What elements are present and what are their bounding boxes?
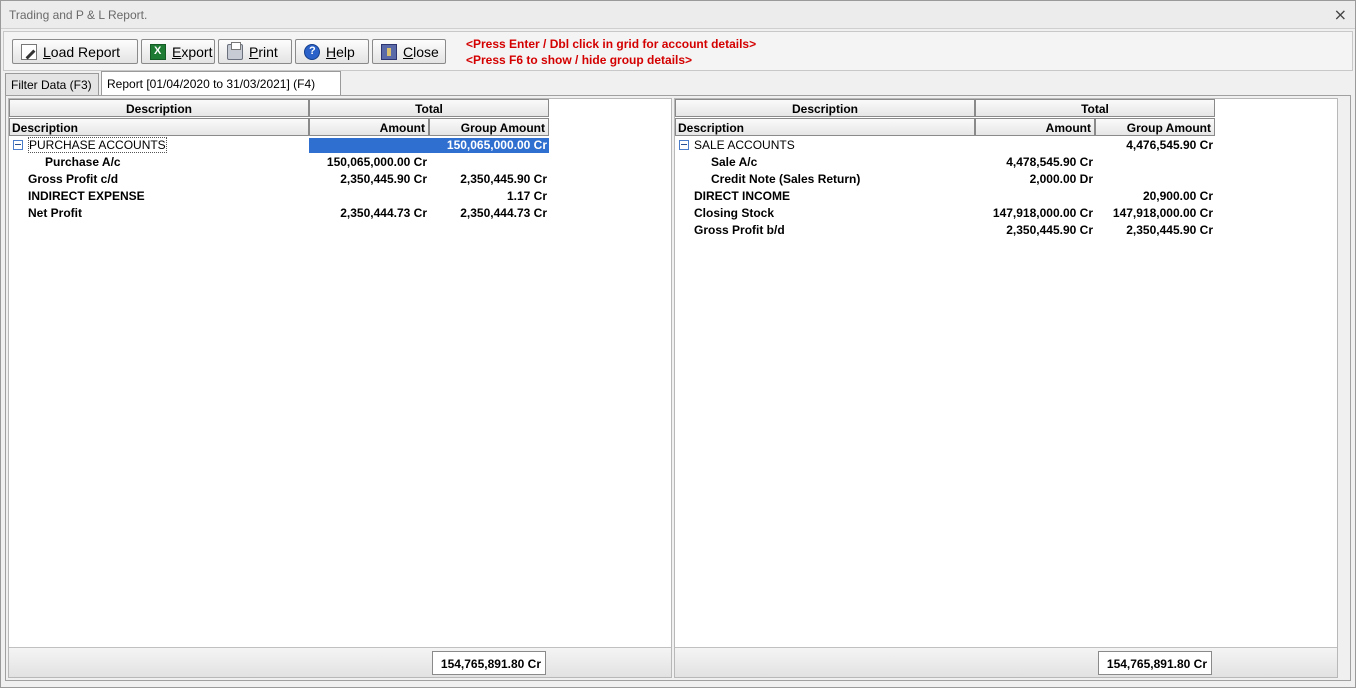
column-header-sub-description[interactable]: Description	[9, 118, 309, 136]
amount-cell: 2,350,445.90 Cr	[340, 172, 427, 186]
grid-footer: 154,765,891.80 Cr	[675, 647, 1337, 677]
table-row[interactable]: PURCHASE ACCOUNTS 150,065,000.00 Cr	[9, 137, 549, 154]
table-row[interactable]: Purchase A/c 150,065,000.00 Cr	[9, 154, 549, 171]
amount-cell: 2,000.00 Dr	[1029, 172, 1093, 186]
left-total: 154,765,891.80 Cr	[432, 651, 546, 675]
amount-cell: 4,478,545.90 Cr	[1006, 155, 1093, 169]
table-row[interactable]: Gross Profit b/d 2,350,445.90 Cr 2,350,4…	[675, 222, 1215, 239]
column-header-sub-description[interactable]: Description	[675, 118, 975, 136]
group-amount-cell: 150,065,000.00 Cr	[446, 138, 547, 152]
right-total: 154,765,891.80 Cr	[1098, 651, 1212, 675]
hint-account-details: <Press Enter / Dbl click in grid for acc…	[466, 37, 757, 51]
description-cell: Sale A/c	[711, 155, 758, 169]
table-row[interactable]: DIRECT INCOME 20,900.00 Cr	[675, 188, 1215, 205]
group-amount-cell: 2,350,445.90 Cr	[460, 172, 547, 186]
title-bar: Trading and P & L Report. ×	[1, 1, 1355, 29]
amount-cell: 2,350,444.73 Cr	[340, 206, 427, 220]
close-door-icon	[381, 43, 397, 60]
column-header-group-amount[interactable]: Group Amount	[1095, 118, 1215, 136]
table-row[interactable]: INDIRECT EXPENSE 1.17 Cr	[9, 188, 549, 205]
table-row[interactable]: Gross Profit c/d 2,350,445.90 Cr 2,350,4…	[9, 171, 549, 188]
group-amount-cell: 2,350,445.90 Cr	[1126, 223, 1213, 237]
tab-filter-data[interactable]: Filter Data (F3)	[5, 73, 99, 95]
amount-cell: 2,350,445.90 Cr	[1006, 223, 1093, 237]
amount-cell: 147,918,000.00 Cr	[992, 206, 1093, 220]
tab-report[interactable]: Report [01/04/2020 to 31/03/2021] (F4)	[101, 71, 341, 95]
amount-cell: 150,065,000.00 Cr	[326, 155, 427, 169]
hint-group-details: <Press F6 to show / hide group details>	[466, 53, 693, 67]
help-label: Help	[326, 43, 355, 60]
income-grid[interactable]: Description Total Description Amount Gro…	[674, 98, 1338, 678]
printer-icon	[227, 41, 243, 60]
column-header-total[interactable]: Total	[309, 99, 549, 117]
group-amount-cell: 2,350,444.73 Cr	[460, 206, 547, 220]
description-cell: Credit Note (Sales Return)	[711, 172, 861, 186]
report-window: Trading and P & L Report. × Load Report …	[0, 0, 1356, 688]
description-cell: Closing Stock	[694, 206, 775, 220]
grid-footer: 154,765,891.80 Cr	[9, 647, 671, 677]
help-button[interactable]: Help	[295, 39, 369, 64]
column-header-description[interactable]: Description	[9, 99, 309, 117]
description-cell: DIRECT INCOME	[694, 189, 790, 203]
table-row[interactable]: Sale A/c 4,478,545.90 Cr	[675, 154, 1215, 171]
table-row[interactable]: Credit Note (Sales Return) 2,000.00 Dr	[675, 171, 1215, 188]
table-row[interactable]: SALE ACCOUNTS 4,476,545.90 Cr	[675, 137, 1215, 154]
group-amount-cell: 20,900.00 Cr	[1142, 189, 1213, 203]
load-report-label: Load Report	[43, 43, 121, 60]
column-header-group-amount[interactable]: Group Amount	[429, 118, 549, 136]
group-amount-cell: 147,918,000.00 Cr	[1112, 206, 1213, 220]
group-amount-cell: 1.17 Cr	[506, 189, 547, 203]
excel-export-icon	[150, 43, 166, 60]
export-label: Export	[172, 43, 213, 60]
table-row[interactable]: Net Profit 2,350,444.73 Cr 2,350,444.73 …	[9, 205, 549, 222]
toolbar: Load Report Export Print Help Close <Pre…	[3, 31, 1353, 71]
column-header-description[interactable]: Description	[675, 99, 975, 117]
help-icon	[304, 43, 320, 60]
close-button[interactable]: Close	[372, 39, 446, 64]
group-description: SALE ACCOUNTS	[694, 138, 795, 152]
export-button[interactable]: Export	[141, 39, 215, 64]
load-report-button[interactable]: Load Report	[12, 39, 138, 64]
column-header-total[interactable]: Total	[975, 99, 1215, 117]
description-cell: INDIRECT EXPENSE	[28, 189, 145, 203]
description-cell: Net Profit	[28, 206, 82, 220]
window-title: Trading and P & L Report.	[9, 8, 148, 22]
print-label: Print	[249, 43, 278, 60]
description-cell: Purchase A/c	[45, 155, 121, 169]
description-cell: Gross Profit c/d	[28, 172, 119, 186]
load-report-icon	[21, 43, 37, 60]
report-content: Description Total Description Amount Gro…	[5, 95, 1351, 681]
window-close-icon[interactable]: ×	[1334, 5, 1347, 24]
expense-grid[interactable]: Description Total Description Amount Gro…	[8, 98, 672, 678]
description-cell: Gross Profit b/d	[694, 223, 785, 237]
close-label: Close	[403, 43, 439, 60]
group-amount-cell: 4,476,545.90 Cr	[1126, 138, 1213, 152]
column-header-amount[interactable]: Amount	[309, 118, 429, 136]
group-description: PURCHASE ACCOUNTS	[28, 137, 167, 153]
print-button[interactable]: Print	[218, 39, 292, 64]
table-row[interactable]: Closing Stock 147,918,000.00 Cr 147,918,…	[675, 205, 1215, 222]
column-header-amount[interactable]: Amount	[975, 118, 1095, 136]
